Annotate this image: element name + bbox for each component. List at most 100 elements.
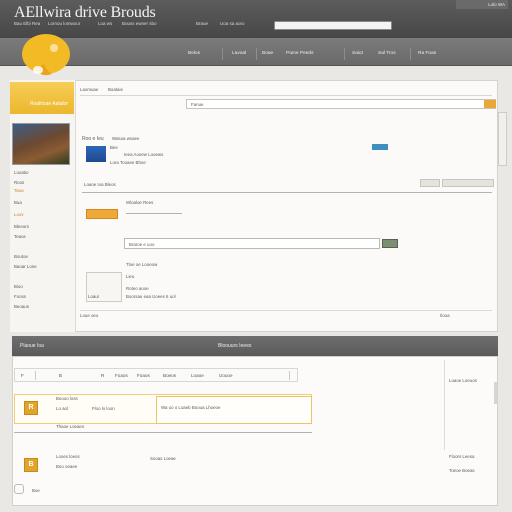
app-title: AEllwira drive Brouds	[14, 4, 156, 21]
row-detail-text: Wa uo o Loaeb Booua Lhoeoe	[161, 405, 221, 410]
document-icon: R	[24, 401, 38, 415]
account-button[interactable]: Lolo WA	[456, 0, 508, 9]
nav-item[interactable]: Sal Tros	[378, 51, 396, 56]
nav-item[interactable]: Saiot	[352, 51, 363, 56]
main-navbar: Belos Lavoal Boae Pame Peeds Saiot Sal T…	[0, 38, 512, 66]
sidebar-link[interactable]: Bua	[14, 200, 22, 205]
top-link[interactable]: Loa ws	[98, 21, 112, 26]
toolbar-separator	[289, 371, 290, 380]
highlighted-field[interactable]	[86, 209, 118, 219]
top-link[interactable]: Bau Elbi Rea	[14, 21, 40, 26]
sidebar-thumbnail-image[interactable]	[12, 123, 70, 165]
toolbar-button[interactable]: Boeos	[163, 373, 176, 378]
top-link[interactable]: Lornou lomwour	[48, 21, 80, 26]
row-checkbox[interactable]	[14, 484, 24, 494]
lower-bar-title: Bloouurs Ieees	[218, 343, 252, 349]
form2-line: Lieu	[126, 274, 135, 279]
toolbar-button[interactable]: Foaos	[115, 373, 128, 378]
sidebar-link[interactable]: Bioo	[14, 284, 23, 289]
form2-line: Loaur	[88, 294, 100, 299]
nav-item[interactable]: Ra Foas	[418, 51, 436, 56]
toolbar-button[interactable]: F	[21, 373, 24, 378]
card-image[interactable]	[86, 146, 106, 162]
toolbar-button[interactable]: Foaos	[137, 373, 150, 378]
row-line: Looes loeos	[56, 454, 80, 459]
sidebar-link[interactable]: Roos	[14, 180, 24, 185]
row-line: Boo oeaee	[56, 464, 78, 469]
nav-separator	[222, 48, 223, 60]
scrollbar[interactable]	[498, 112, 507, 166]
content-header: Laomuae Boataie	[80, 86, 492, 96]
content-search-input[interactable]: Fanue	[186, 99, 496, 109]
lower-bar-left[interactable]: Plaoue Ioa	[20, 343, 44, 349]
row-line: Boooo loss	[56, 396, 78, 401]
top-link[interactable]: Braue	[196, 21, 208, 26]
app-logo[interactable]	[18, 30, 76, 80]
right-link[interactable]: Floors Leesa	[449, 454, 474, 459]
toolbar-button[interactable]: B	[59, 373, 62, 378]
sidebar-link[interactable]: Loov	[14, 212, 24, 217]
row-line: Lo aol	[56, 406, 68, 411]
nav-separator	[410, 48, 411, 60]
lower-titlebar: Plaoue Ioa Bloouurs Ieees	[12, 336, 498, 356]
sort-select[interactable]	[442, 179, 494, 187]
upper-panel	[10, 80, 498, 332]
scrollbar-thumb[interactable]	[494, 382, 498, 404]
toolbar-button[interactable]: Uouoe	[219, 373, 233, 378]
toolbar-button[interactable]: R	[101, 373, 104, 378]
form-input[interactable]: Braroe e uoo	[124, 238, 380, 249]
top-link[interactable]: Bouss ewner sbo	[122, 21, 157, 26]
card-line: Ieea Aooew Looews	[124, 152, 164, 157]
row-footer: Boe	[32, 488, 40, 493]
form2-line: Boorsau eaa Uoees 6 uol	[126, 294, 176, 299]
card-meta: Loaoe Ioa Bleos	[84, 182, 116, 187]
right-info-column: Loaoe Loeuos Floors Leesa Toeoe Boeas	[444, 360, 498, 473]
sidebar-link[interactable]: Beoaus	[14, 304, 29, 309]
row-line: Thaoe Loeaes	[56, 424, 85, 429]
lower-toolbar: F B R Foaos Foaos Boeos Loaoe Uouoe	[14, 368, 298, 382]
sidebar-link[interactable]: Baoar Lone	[14, 264, 37, 269]
sidebar-link[interactable]: Fooss	[14, 294, 26, 299]
right-link[interactable]: Loaoe Loeuos	[449, 378, 477, 383]
filter-button[interactable]	[420, 179, 440, 187]
nav-separator	[256, 48, 257, 60]
search-value: Fanue	[191, 102, 204, 107]
card-action-button[interactable]	[372, 144, 388, 150]
form2-title: Tloe oe Looeow	[126, 262, 158, 267]
pager-right[interactable]: Ilooa	[440, 313, 450, 318]
sidebar-tab-label: Roalitoae Aatalor	[30, 101, 69, 107]
nav-item[interactable]: Pame Peeds	[286, 51, 313, 56]
nav-item[interactable]: Belos	[188, 51, 200, 56]
right-link[interactable]: Toeoe Boeas	[449, 468, 475, 473]
form-input-label: Braroe e uoo	[129, 242, 155, 247]
nav-separator	[344, 48, 345, 60]
pager-left[interactable]: Loue oeo	[80, 313, 98, 318]
search-go-button[interactable]	[484, 100, 496, 108]
top-search-input[interactable]	[274, 21, 392, 30]
nav-item[interactable]: Boae	[262, 51, 273, 56]
header-tab[interactable]: Boataie	[108, 87, 123, 92]
sidebar-link[interactable]: Boutoe	[14, 254, 28, 259]
document-icon: B	[24, 458, 38, 472]
form-submit-button[interactable]	[382, 239, 398, 248]
toolbar-button[interactable]: Loaoe	[191, 373, 204, 378]
row-line: Floo lo loon	[92, 406, 115, 411]
card-subtitle: Wasoa wsaee	[112, 136, 140, 141]
divider	[82, 192, 492, 193]
form2-line: Roteo aooe	[126, 286, 149, 291]
nav-item[interactable]: Lavoal	[232, 51, 246, 56]
pager: Loue oeo Ilooa	[80, 310, 492, 320]
top-banner: AEllwira drive Brouds Bau Elbi Rea Lorno…	[0, 0, 512, 38]
header-tab[interactable]: Laomuae	[80, 87, 98, 92]
sidebar-link[interactable]: Looatio	[14, 170, 28, 175]
sidebar-link[interactable]: Teaos	[14, 234, 26, 239]
sidebar-link[interactable]: Taoa	[14, 188, 24, 193]
card-title: Roo e Ieu	[82, 136, 104, 142]
card-line: Bee	[110, 145, 118, 150]
row-detail-box[interactable]: Wa uo o Loaeb Booua Lhoeoe	[156, 396, 312, 424]
orange-label: Wloaloe Rees	[126, 200, 154, 205]
top-link[interactable]: Uoa sa aoro	[220, 21, 245, 26]
toolbar-separator	[35, 371, 36, 380]
sidebar-active-tab[interactable]: Roalitoae Aatalor	[10, 82, 74, 114]
sidebar-link[interactable]: Bleeors	[14, 224, 29, 229]
